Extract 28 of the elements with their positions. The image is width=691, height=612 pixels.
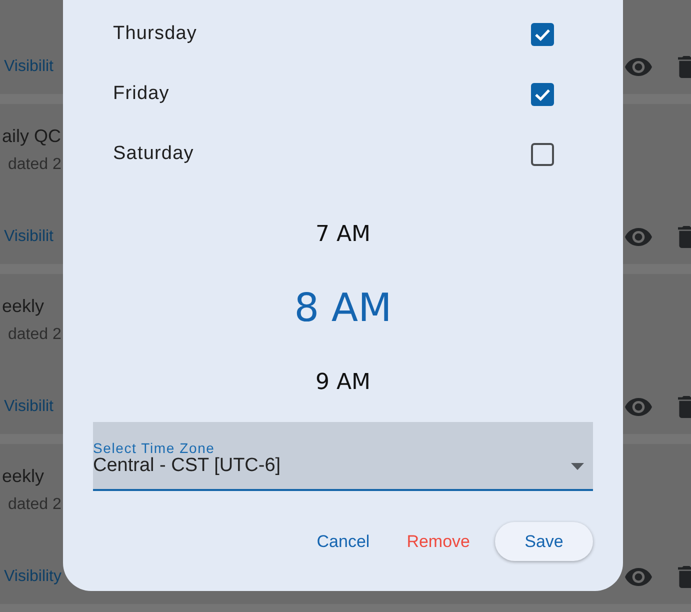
remove-button[interactable]: Remove: [394, 522, 482, 561]
time-option[interactable]: 8 AM: [294, 286, 392, 332]
save-button[interactable]: Save: [495, 522, 593, 561]
weekday-label: Saturday: [113, 142, 194, 166]
time-option[interactable]: 7 AM: [315, 222, 371, 248]
trash-icon[interactable]: [678, 396, 691, 418]
card-title: eekly: [2, 465, 44, 488]
time-option[interactable]: 9 AM: [315, 370, 371, 396]
weekday-label: Friday: [113, 82, 170, 106]
trash-icon[interactable]: [678, 566, 691, 588]
cancel-button[interactable]: Cancel: [304, 522, 382, 561]
card-subtitle: dated 2: [8, 155, 62, 175]
card-title: eekly: [2, 295, 44, 318]
trash-icon[interactable]: [678, 56, 691, 78]
dropdown-caret-icon: [571, 463, 584, 470]
weekday-label: Thursday: [113, 22, 198, 46]
checkbox[interactable]: [531, 22, 554, 46]
card-subtitle: dated 2: [8, 495, 62, 515]
eye-icon[interactable]: [625, 398, 652, 416]
time-zone-select[interactable]: Select Time Zone Central - CST [UTC-6]: [93, 422, 593, 491]
card-subtitle: dated 2: [8, 325, 62, 345]
eye-icon[interactable]: [625, 568, 652, 586]
eye-icon[interactable]: [625, 58, 652, 76]
trash-icon[interactable]: [678, 226, 691, 248]
checkbox[interactable]: [531, 142, 554, 166]
eye-icon[interactable]: [625, 228, 652, 246]
checkbox[interactable]: [531, 82, 554, 106]
card-title: aily QC: [2, 125, 62, 148]
